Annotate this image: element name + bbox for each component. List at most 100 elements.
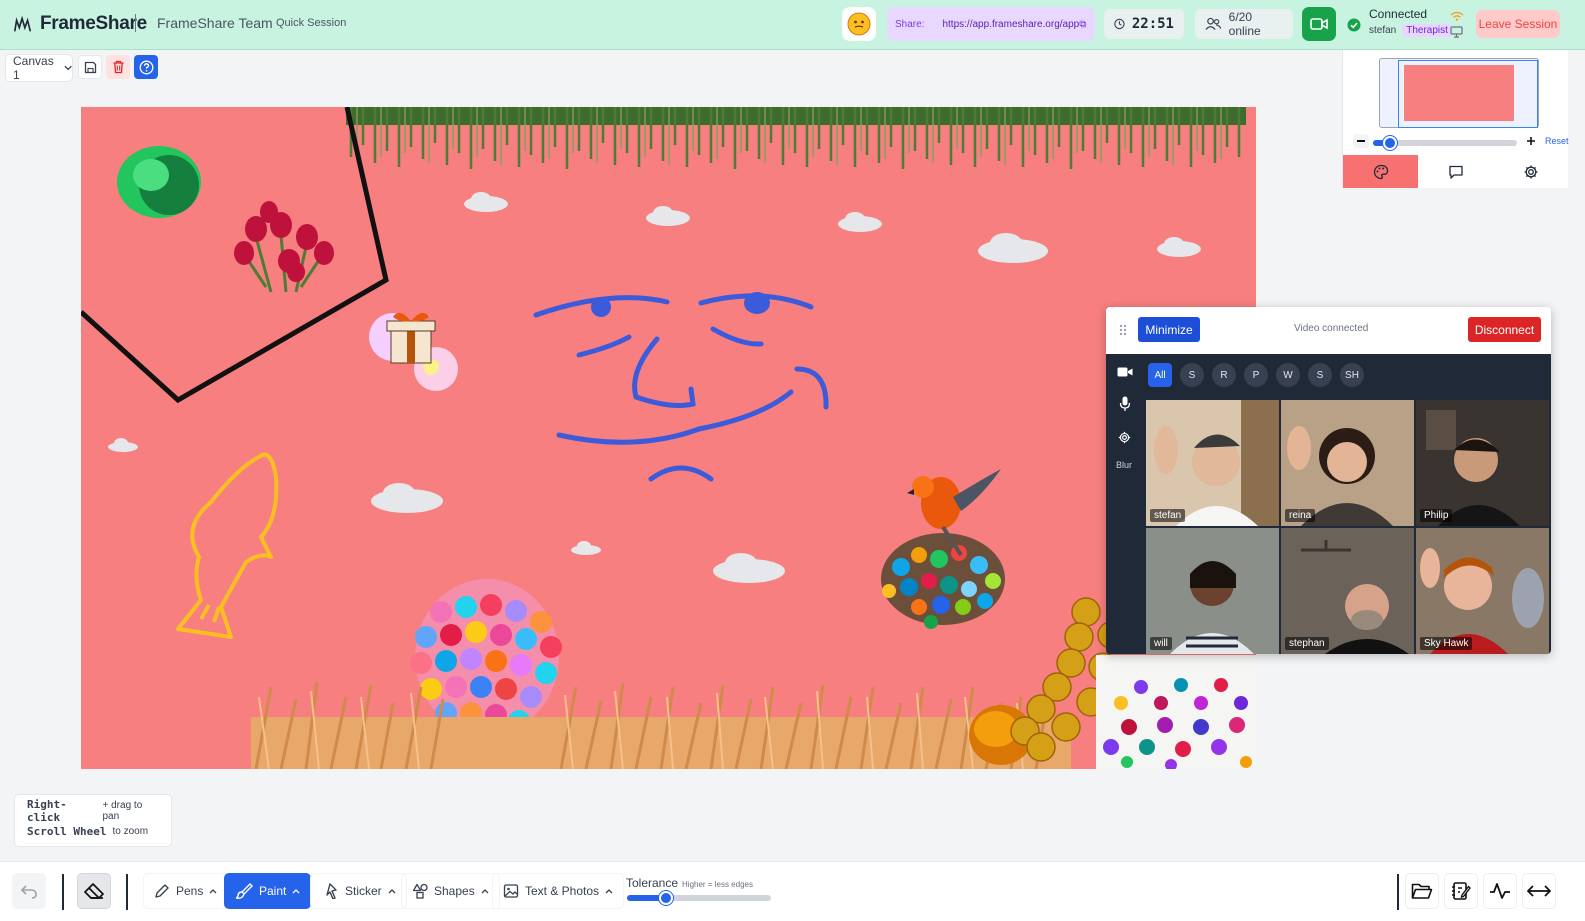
zoom-slider-handle[interactable] (1383, 136, 1397, 150)
tool-pens[interactable]: Pens (143, 873, 229, 909)
eraser-button[interactable] (77, 873, 111, 909)
toolbar-divider (1397, 874, 1399, 910)
tolerance-slider-handle[interactable] (659, 891, 673, 905)
drawing-canvas[interactable] (81, 107, 1256, 769)
filter-tab[interactable]: R (1212, 363, 1236, 387)
undo-icon (20, 885, 37, 899)
plus-icon (1527, 137, 1535, 145)
clouds-stickers (108, 192, 1201, 583)
chevron-up-icon (481, 889, 489, 894)
timer-value: 22:51 (1131, 16, 1174, 32)
participant-name: Sky Hawk (1420, 637, 1473, 650)
tool-label: Shapes (434, 884, 475, 898)
session-type: Quick Session (276, 17, 347, 29)
blur-toggle[interactable]: Blur (1116, 460, 1132, 470)
app-logo[interactable]: FrameShare (12, 13, 147, 35)
user-name: stefan (1369, 25, 1397, 36)
wifi-icon (1450, 11, 1464, 21)
participant-tile[interactable]: will (1146, 528, 1279, 654)
microphone-icon[interactable] (1119, 396, 1131, 412)
share-link-box[interactable]: Share: https://app.frameshare.org/app (887, 7, 1095, 41)
tulips-sticker (234, 201, 334, 293)
minimap-panel: Reset (1342, 50, 1569, 188)
minimize-video-button[interactable]: Minimize (1138, 317, 1200, 342)
help-button[interactable] (134, 55, 158, 79)
tab-paint[interactable] (1343, 155, 1419, 188)
filter-tab-all[interactable]: All (1148, 363, 1172, 387)
folder-open-icon (1411, 883, 1433, 899)
delete-canvas-button[interactable] (106, 55, 130, 79)
participant-filter-tabs: All S R P W S SH (1148, 363, 1364, 387)
zoom-in-button[interactable] (1523, 134, 1539, 148)
top-header: FrameShare FrameShare Team Quick Session… (0, 0, 1585, 50)
open-folder-button[interactable] (1405, 873, 1439, 909)
disconnect-video-button[interactable]: Disconnect (1468, 317, 1541, 342)
tool-text-photos[interactable]: Text & Photos (492, 873, 625, 909)
participant-tile[interactable]: Philip (1416, 400, 1549, 526)
blue-face-drawing (533, 293, 829, 482)
video-camera-icon[interactable] (1117, 366, 1133, 378)
participant-video (1416, 528, 1549, 654)
canvas-select[interactable]: Canvas 1 (5, 54, 73, 82)
hanging-vines-sticker (346, 107, 1246, 169)
share-label: Share: (895, 18, 925, 30)
filter-tab[interactable]: P (1244, 363, 1268, 387)
zoom-slider[interactable] (1373, 136, 1517, 150)
participant-name: stefan (1150, 509, 1186, 522)
activity-button[interactable] (1483, 873, 1517, 909)
tool-sticker[interactable]: Sticker (310, 873, 407, 909)
save-button[interactable] (78, 55, 102, 79)
user-role-badge: Therapist (1402, 24, 1452, 37)
wheat-grass-sticker (251, 681, 1071, 769)
notebook-pen-icon (1452, 882, 1471, 900)
participant-video (1281, 528, 1414, 654)
participant-video (1146, 400, 1279, 526)
stamp-icon (326, 883, 337, 899)
tolerance-hint: Higher = less edges (682, 880, 753, 889)
participant-tile[interactable]: stephan (1281, 528, 1414, 654)
camera-toggle-button[interactable] (1302, 7, 1336, 41)
chevron-up-icon (209, 889, 217, 894)
participant-video (1146, 528, 1279, 654)
filter-tab[interactable]: W (1276, 363, 1300, 387)
minus-icon (1357, 140, 1365, 142)
gift-sticker (369, 312, 458, 391)
help-icon (139, 60, 153, 74)
zoom-out-button[interactable] (1353, 134, 1369, 148)
tab-chat[interactable] (1418, 155, 1493, 188)
emoji-button[interactable] (842, 7, 876, 41)
filter-tab[interactable]: S (1180, 363, 1204, 387)
drag-handle-icon[interactable] (1119, 324, 1127, 336)
share-url[interactable]: https://app.frameshare.org/app (942, 19, 1079, 30)
participant-tile[interactable]: stefan (1146, 400, 1279, 526)
undo-button[interactable] (12, 873, 46, 909)
minimap-viewport[interactable] (1398, 60, 1538, 128)
jewels-sticker (1096, 655, 1256, 769)
zoom-reset-link[interactable]: Reset (1545, 136, 1569, 146)
notes-button[interactable] (1444, 873, 1478, 909)
online-count[interactable]: 6/20 online (1195, 9, 1293, 39)
team-name: FrameShare Team (157, 15, 273, 31)
canvas-drawing (81, 107, 1256, 769)
copy-icon[interactable] (1079, 18, 1087, 30)
gear-icon (1524, 165, 1538, 178)
tab-settings[interactable] (1494, 155, 1569, 188)
participant-tile[interactable]: reina (1281, 400, 1414, 526)
session-timer: 22:51 (1104, 9, 1184, 39)
chevron-down-icon (64, 65, 72, 71)
online-value: 6/20 online (1228, 10, 1261, 38)
trash-icon (113, 60, 123, 74)
expand-width-button[interactable] (1522, 873, 1556, 909)
leave-session-button[interactable]: Leave Session (1476, 10, 1560, 38)
tool-label: Sticker (345, 884, 382, 898)
tool-shapes[interactable]: Shapes (401, 873, 500, 909)
tolerance-slider[interactable] (627, 891, 771, 905)
filter-tab[interactable]: S (1308, 363, 1332, 387)
yellow-fish-drawing (176, 452, 279, 639)
gear-icon[interactable] (1118, 431, 1131, 444)
minimap-frame[interactable] (1379, 58, 1539, 128)
check-circle-icon (1347, 18, 1361, 32)
tool-paint[interactable]: Paint (224, 873, 312, 909)
filter-tab[interactable]: SH (1340, 363, 1364, 387)
participant-tile[interactable]: Sky Hawk (1416, 528, 1549, 654)
